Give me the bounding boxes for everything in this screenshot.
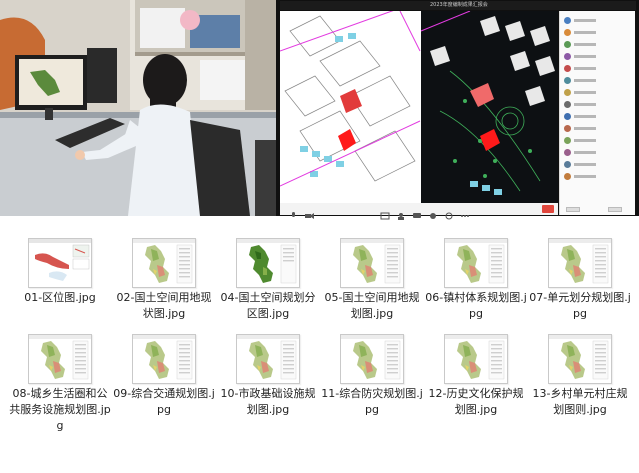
participants-panel xyxy=(559,11,635,215)
file-item[interactable]: 08-城乡生活圈和公共服务设施规划图.jpg xyxy=(8,332,112,456)
file-grid: 01-区位图.jpg 02-国土空间用地现状图.jpg 04-国土空间规划分区图… xyxy=(0,222,639,473)
file-name: 07-单元划分规划图.jpg xyxy=(529,291,631,320)
mic-icon[interactable] xyxy=(288,205,298,217)
camera-icon[interactable] xyxy=(304,205,314,219)
zoning-map-icon xyxy=(236,238,300,288)
file-name: 04-国土空间规划分区图.jpg xyxy=(220,291,316,320)
meeting-toolbar xyxy=(280,203,558,220)
file-item[interactable]: 10-市政基础设施规划图.jpg xyxy=(216,332,320,456)
land-use-map-icon xyxy=(28,334,92,384)
shared-screen xyxy=(280,11,558,203)
location-map-icon xyxy=(28,238,92,288)
file-item[interactable]: 12-历史文化保护规划图.jpg xyxy=(424,332,528,456)
file-name: 02-国土空间用地现状图.jpg xyxy=(116,291,212,320)
land-use-map-icon xyxy=(340,334,404,384)
mute-all-button[interactable] xyxy=(566,207,580,212)
record-icon[interactable] xyxy=(428,205,438,219)
file-name: 13-乡村单元村庄规划图则.jpg xyxy=(532,387,628,416)
file-name: 05-国土空间用地规划图.jpg xyxy=(324,291,420,320)
file-item[interactable]: 09-综合交通规划图.jpg xyxy=(112,332,216,456)
invite-button[interactable] xyxy=(608,207,622,212)
end-meeting-button[interactable] xyxy=(542,205,554,213)
file-name: 11-综合防灾规划图.jpg xyxy=(321,387,423,416)
land-use-map-icon xyxy=(132,334,196,384)
file-item[interactable]: 11-综合防灾规划图.jpg xyxy=(320,332,424,456)
composite-screenshot: 2023年度编制成果汇报会 01-区位图.jpg 02-国土空间用地现状图.jp… xyxy=(0,0,639,473)
file-name: 12-历史文化保护规划图.jpg xyxy=(428,387,524,416)
file-name: 08-城乡生活圈和公共服务设施规划图.jpg xyxy=(9,387,111,432)
land-use-map-icon xyxy=(444,334,508,384)
land-use-map-icon xyxy=(548,238,612,288)
meeting-titlebar: 2023年度编制成果汇报会 xyxy=(280,1,636,10)
file-name: 09-综合交通规划图.jpg xyxy=(113,387,215,416)
file-name: 06-镇村体系规划图.jpg xyxy=(425,291,527,320)
file-item[interactable]: 13-乡村单元村庄规划图则.jpg xyxy=(528,332,632,456)
file-name: 01-区位图.jpg xyxy=(24,291,96,304)
woman-at-computer-photo xyxy=(0,0,276,216)
land-use-map-icon xyxy=(132,238,196,288)
land-use-map-icon xyxy=(236,334,300,384)
land-use-map-icon xyxy=(548,334,612,384)
meeting-title: 2023年度编制成果汇报会 xyxy=(430,2,488,8)
meeting-window: 2023年度编制成果汇报会 xyxy=(276,0,639,220)
share-icon[interactable] xyxy=(380,205,390,220)
chat-icon[interactable] xyxy=(412,205,422,218)
file-name: 10-市政基础设施规划图.jpg xyxy=(220,387,316,416)
settings-icon[interactable] xyxy=(444,205,454,220)
land-use-map-icon xyxy=(340,238,404,288)
members-icon[interactable] xyxy=(396,205,406,220)
more-icon[interactable] xyxy=(460,205,470,217)
land-use-map-icon xyxy=(444,238,508,288)
